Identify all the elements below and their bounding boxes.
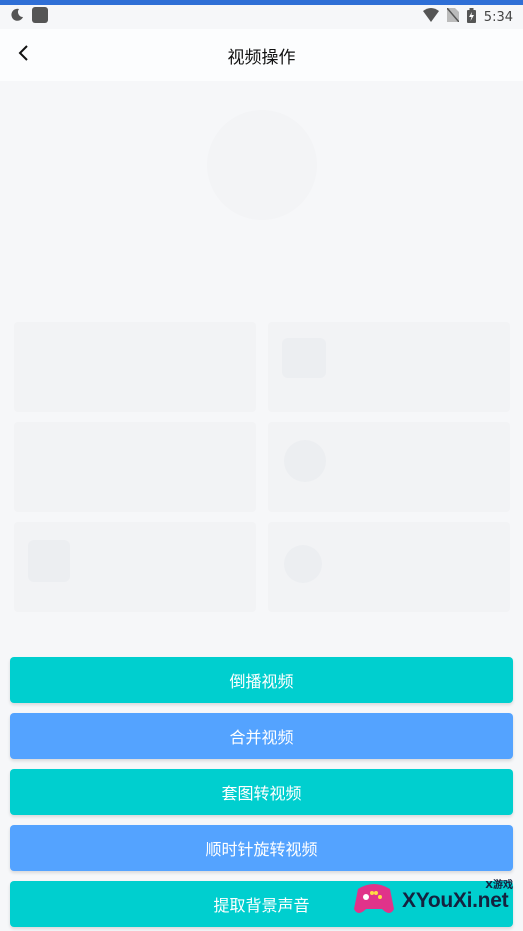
images-to-video-button[interactable]: 套图转视频 (10, 769, 513, 815)
header-bar: 视频操作 (0, 29, 523, 81)
status-bar: 5:34 (0, 5, 523, 29)
hero-placeholder (207, 110, 317, 220)
ghost-icon (282, 338, 326, 378)
gamepad-logo-icon (350, 875, 398, 927)
moon-icon (10, 8, 24, 26)
wifi-icon (422, 8, 439, 26)
app-square-icon (32, 7, 48, 27)
back-button[interactable] (6, 37, 42, 73)
reverse-video-label: 倒播视频 (229, 672, 294, 691)
watermark: XYouXi.net X游戏 (350, 870, 523, 931)
rotate-clockwise-button[interactable]: 顺时针旋转视频 (10, 825, 513, 871)
page-title: 视频操作 (227, 47, 296, 68)
ghost-icon (284, 440, 326, 482)
rotate-clockwise-label: 顺时针旋转视频 (205, 840, 318, 859)
watermark-text: XYouXi.net (402, 888, 509, 912)
extract-audio-label: 提取背景声音 (213, 896, 310, 915)
no-sim-icon (446, 7, 460, 26)
merge-video-button[interactable]: 合并视频 (10, 713, 513, 759)
chevron-left-icon (17, 43, 31, 67)
reverse-video-button[interactable]: 倒播视频 (10, 657, 513, 703)
images-to-video-label: 套图转视频 (221, 784, 302, 803)
merge-video-label: 合并视频 (229, 728, 294, 747)
ghost-card (14, 422, 256, 512)
ghost-icon (28, 540, 70, 582)
battery-charging-icon (466, 7, 476, 27)
watermark-tag: X游戏 (485, 880, 513, 891)
ghost-icon (284, 545, 322, 583)
ghost-card (14, 322, 256, 412)
status-time: 5:34 (483, 9, 513, 25)
